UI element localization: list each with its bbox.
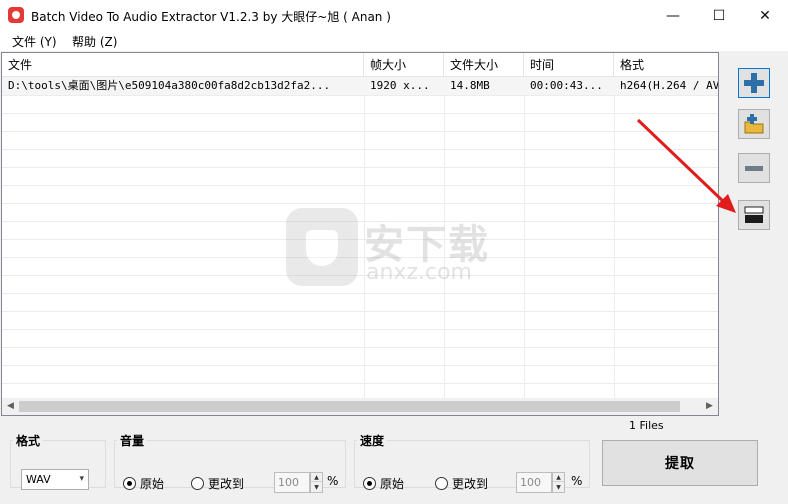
cell-file: D:\tools\桌面\图片\e509104a380c00fa8d2cb13d2… [8, 79, 331, 92]
volume-change-label: 更改到 [208, 477, 245, 491]
speed-input[interactable]: 100 [516, 472, 552, 493]
add-folder-button[interactable] [738, 109, 770, 139]
volume-group-label: 音量 [120, 434, 145, 448]
speed-original-radio[interactable]: 原始 [363, 475, 404, 492]
scroll-right-icon[interactable]: ▶ [701, 398, 718, 415]
radio-unchecked-icon [191, 477, 204, 490]
add-file-button[interactable] [738, 68, 770, 98]
menu-bar: 文件 (Y) 帮助 (Z) [0, 31, 788, 51]
extract-button[interactable]: 提取 [602, 440, 758, 486]
title-bar: Batch Video To Audio Extractor V1.2.3 by… [0, 0, 788, 31]
horizontal-scrollbar[interactable]: ◀ ▶ [2, 398, 718, 415]
minus-icon [745, 166, 763, 171]
file-list[interactable]: 文件 帧大小 文件大小 时间 格式 D:\tools\桌面\图片\e509104… [1, 52, 719, 416]
format-select-value: WAV [26, 473, 51, 486]
cell-frame-size: 1920 x... [370, 79, 430, 92]
chevron-down-icon: ▾ [79, 474, 84, 484]
radio-checked-icon [363, 477, 376, 490]
window-title: Batch Video To Audio Extractor V1.2.3 by… [31, 10, 391, 24]
speed-group-label: 速度 [360, 434, 385, 448]
column-header-format[interactable]: 格式 [614, 53, 718, 77]
cell-time: 00:00:43... [530, 79, 603, 92]
format-group: 格式 WAV ▾ [10, 432, 106, 490]
speed-original-label: 原始 [380, 477, 405, 491]
column-header-file-size[interactable]: 文件大小 [444, 53, 524, 77]
list-gridlines [2, 77, 718, 401]
speed-group: 速度 原始 更改到 100 ▲ ▼ % [354, 432, 590, 493]
format-select[interactable]: WAV ▾ [21, 469, 89, 490]
menu-help[interactable]: 帮助 (Z) [72, 33, 117, 50]
scroll-thumb[interactable] [19, 401, 680, 412]
column-header-frame-size[interactable]: 帧大小 [364, 53, 444, 77]
column-header-time[interactable]: 时间 [524, 53, 614, 77]
volume-change-radio[interactable]: 更改到 [191, 475, 244, 492]
column-header-file[interactable]: 文件 [2, 53, 364, 77]
speed-change-label: 更改到 [452, 477, 489, 491]
files-count: 1 Files [629, 419, 664, 432]
volume-original-label: 原始 [140, 477, 165, 491]
speed-unit: % [571, 474, 583, 488]
radio-unchecked-icon [435, 477, 448, 490]
volume-input[interactable]: 100 [274, 472, 310, 493]
table-row[interactable]: D:\tools\桌面\图片\e509104a380c00fa8d2cb13d2… [2, 77, 718, 95]
menu-file[interactable]: 文件 (Y) [12, 33, 57, 50]
clear-list-icon [744, 206, 764, 223]
spin-up-icon[interactable]: ▲ [553, 473, 564, 482]
close-button[interactable]: ✕ [742, 0, 788, 31]
speed-stepper[interactable]: ▲ ▼ [552, 472, 565, 493]
cell-format: h264(H.264 / AV [620, 79, 719, 92]
annotation-arrow [636, 118, 736, 213]
volume-group: 音量 原始 更改到 100 ▲ ▼ % [114, 432, 346, 493]
list-header: 文件 帧大小 文件大小 时间 格式 [2, 53, 718, 77]
radio-checked-icon [123, 477, 136, 490]
minimize-button[interactable]: — [650, 0, 696, 31]
format-group-label: 格式 [16, 434, 41, 448]
app-icon [8, 7, 24, 23]
speed-change-radio[interactable]: 更改到 [435, 475, 488, 492]
spin-down-icon[interactable]: ▼ [311, 483, 322, 492]
volume-unit: % [327, 474, 339, 488]
cell-file-size: 14.8MB [450, 79, 490, 92]
spin-up-icon[interactable]: ▲ [311, 473, 322, 482]
remove-file-button[interactable] [738, 153, 770, 183]
clear-list-button[interactable] [738, 200, 770, 230]
plus-icon [744, 73, 764, 93]
maximize-button[interactable]: ☐ [696, 0, 742, 31]
add-folder-icon [744, 114, 764, 134]
volume-original-radio[interactable]: 原始 [123, 475, 164, 492]
volume-stepper[interactable]: ▲ ▼ [310, 472, 323, 493]
scroll-left-icon[interactable]: ◀ [2, 398, 19, 415]
spin-down-icon[interactable]: ▼ [553, 483, 564, 492]
